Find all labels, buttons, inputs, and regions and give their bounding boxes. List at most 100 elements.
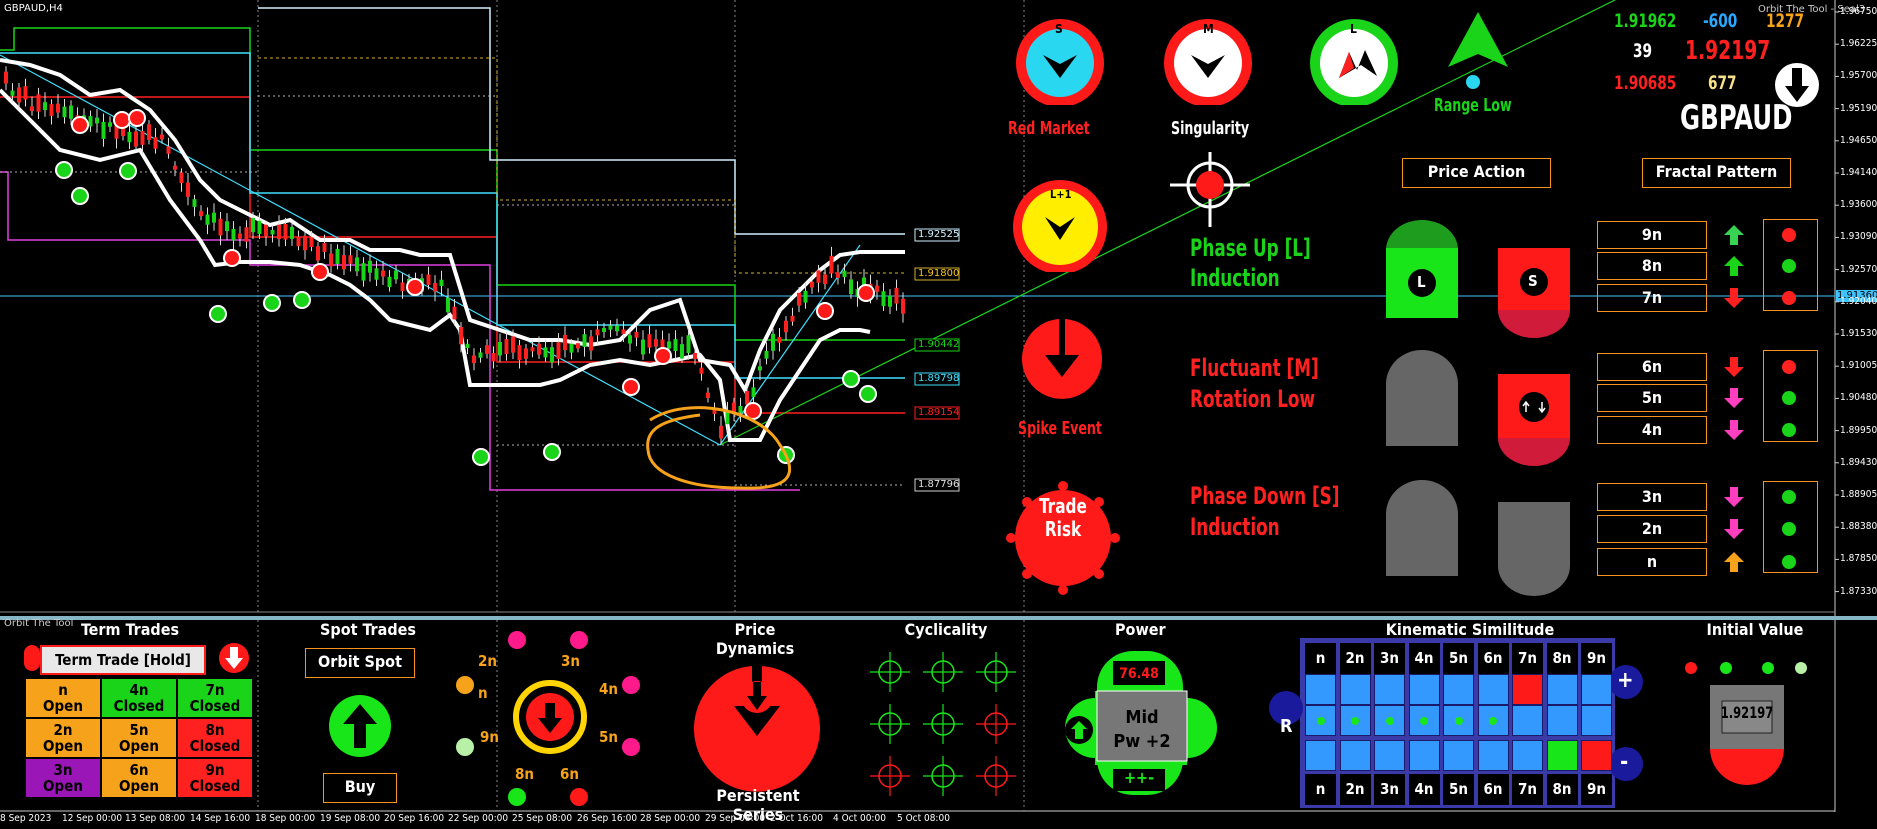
neutral-block-1	[1386, 350, 1458, 446]
kso-cell	[1408, 740, 1440, 771]
cyclicality-title: Cyclicality	[904, 620, 988, 639]
price-tick-label: 1.87850	[1840, 553, 1877, 565]
kso-dot	[1316, 717, 1325, 725]
red-market-label: Red Market	[1008, 118, 1090, 139]
kso-header-3n: 3n	[1374, 643, 1405, 674]
phase-up-sub: Induction	[1190, 264, 1280, 292]
power-line1: Mid	[1125, 707, 1159, 728]
phase-down-title: Phase Down [S]	[1190, 482, 1340, 510]
cycle-crosshair-icon	[870, 704, 910, 744]
kso-cell	[1408, 674, 1440, 705]
kso-cell	[1477, 740, 1509, 771]
kso-header-4n: 4n	[1408, 643, 1440, 674]
fractal-row-8n[interactable]: 8n	[1597, 252, 1707, 280]
time-tick-label: 18 Sep 00:00	[255, 813, 316, 824]
price-tick-label: 1.92570	[1840, 263, 1877, 275]
fractal-row-3n[interactable]: 3n	[1597, 483, 1707, 511]
fractal-arrow-down-icon	[1724, 519, 1744, 539]
price-tick-label: 1.93600	[1840, 199, 1877, 211]
kso-minus-label: -	[1620, 750, 1629, 775]
term-trade-cell-7n[interactable]: 7n Closed	[178, 679, 252, 717]
term-trade-cell-n[interactable]: n Open	[26, 679, 100, 717]
orbit-3n: 3n	[561, 652, 580, 670]
level-label-1: 1.92525	[918, 229, 960, 240]
fractal-dots-group-1	[1763, 219, 1818, 311]
term-trade-cell-2n[interactable]: 2n Open	[26, 719, 100, 757]
kso-header-7n: 7n	[1512, 774, 1543, 805]
term-trade-cell-6n[interactable]: 6n Open	[102, 759, 176, 797]
fractal-row-9n[interactable]: 9n	[1597, 221, 1707, 249]
kso-cell	[1546, 740, 1578, 771]
term-trade-cell-3n[interactable]: 3n Open	[26, 759, 100, 797]
kso-cell	[1374, 674, 1405, 705]
fractal-row-4n[interactable]: 4n	[1597, 416, 1707, 444]
stat-4: 39	[1633, 40, 1653, 62]
buy-arrow-icon	[329, 695, 391, 757]
power-title: Power	[1115, 620, 1166, 639]
price-tick-label: 1.92040	[1840, 295, 1877, 307]
buy-button[interactable]: Buy	[323, 773, 397, 803]
stat-1: 1.91962	[1614, 10, 1677, 32]
price-tick-label: 1.89950	[1840, 424, 1877, 436]
power-value: 76.48	[1119, 666, 1159, 682]
fractal-row-2n[interactable]: 2n	[1597, 515, 1707, 543]
stat-6: 1.90685	[1614, 72, 1677, 94]
term-trade-hold-button[interactable]: Term Trade [Hold]	[40, 645, 206, 675]
kso-cell	[1408, 705, 1440, 736]
fractal-row-5n[interactable]: 5n	[1597, 384, 1707, 412]
fluctuant-sub: Rotation Low	[1190, 385, 1316, 413]
term-trade-cell-4n[interactable]: 4n Closed	[102, 679, 176, 717]
kso-cell	[1305, 674, 1336, 705]
fractal-arrow-down-icon	[1724, 288, 1744, 308]
orbit-spot-button[interactable]: Orbit Spot	[305, 648, 415, 678]
fractal-pattern-button[interactable]: Fractal Pattern	[1642, 158, 1791, 188]
kso-dot	[1385, 717, 1394, 725]
kso-header-9n: 9n	[1581, 774, 1612, 805]
cycle-crosshair-icon	[923, 704, 963, 744]
kso-plus-label: +	[1617, 668, 1634, 693]
term-trade-cell-5n[interactable]: 5n Open	[102, 719, 176, 757]
left-bracket-icon	[24, 645, 40, 671]
cycle-crosshair-icon	[976, 756, 1016, 796]
phase-down-sub: Induction	[1190, 513, 1280, 541]
price-tick-label: 1.91005	[1840, 360, 1877, 372]
lplus-letter: L+1	[1050, 188, 1072, 201]
initial-value-gauge	[1685, 662, 1807, 785]
fractal-row-n[interactable]: n	[1597, 548, 1707, 576]
term-trade-cell-9n[interactable]: 9n Closed	[178, 759, 252, 797]
kso-cell	[1339, 740, 1371, 771]
price-action-button[interactable]: Price Action	[1402, 158, 1551, 188]
kso-cell	[1581, 674, 1612, 705]
kso-header-8n: 8n	[1546, 643, 1578, 674]
cycle-crosshair-icon	[870, 756, 910, 796]
fractal-arrow-down-icon	[1724, 487, 1744, 507]
time-tick-label: 4 Oct 00:00	[833, 813, 886, 824]
price-tick-label: 1.93090	[1840, 231, 1877, 243]
spot-trades-title: Spot Trades	[320, 620, 416, 639]
price-dynamics-title: Price Dynamics	[715, 620, 795, 658]
kso-header-5n: 5n	[1443, 643, 1474, 674]
fractal-arrow-up-icon	[1724, 552, 1744, 572]
kso-dot	[1454, 717, 1463, 725]
price-tick-label: 1.94140	[1840, 167, 1877, 178]
cycle-crosshair-icon	[923, 652, 963, 692]
neutral-block-2	[1386, 480, 1458, 576]
range-arrow-icon	[1448, 12, 1508, 89]
orbit-4n: 4n	[599, 680, 618, 698]
kso-header-4n: 4n	[1408, 774, 1440, 805]
term-trade-cell-8n[interactable]: 8n Closed	[178, 719, 252, 757]
spike-event-label: Spike Event	[1018, 418, 1102, 439]
level-label-6: 1.87796	[918, 479, 960, 490]
kso-cell	[1546, 705, 1578, 736]
kso-header-6n: 6n	[1477, 643, 1509, 674]
orbit-2n: 2n	[478, 652, 497, 670]
price-tick-label: 1.96750	[1840, 6, 1877, 17]
term-down-arrow-icon[interactable]	[217, 641, 251, 675]
stat-3: 1277	[1766, 10, 1805, 32]
kso-cell	[1512, 674, 1543, 705]
fractal-row-6n[interactable]: 6n	[1597, 353, 1707, 381]
kso-cell	[1339, 705, 1371, 736]
cycle-crosshair-icon	[870, 652, 910, 692]
kso-r-label: R	[1280, 716, 1293, 737]
fractal-row-7n[interactable]: 7n	[1597, 284, 1707, 312]
